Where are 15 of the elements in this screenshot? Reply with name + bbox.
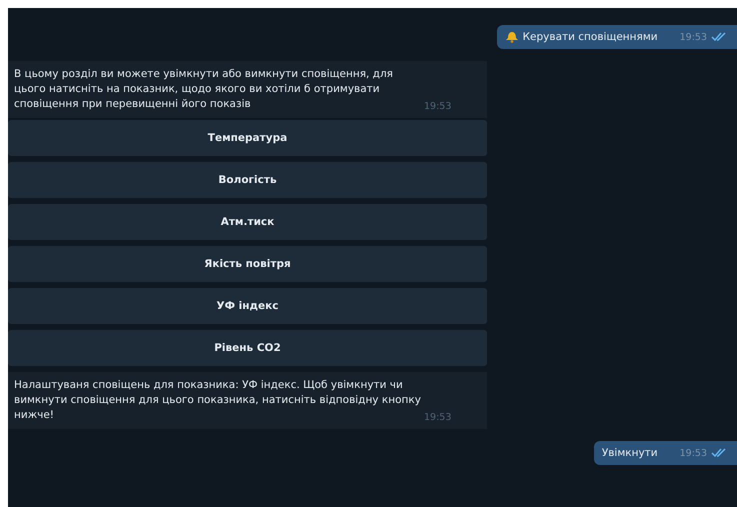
keyboard-button[interactable]: Якість повітря (8, 246, 487, 282)
bell-icon (504, 31, 519, 43)
message-text: Увімкнути (602, 447, 658, 459)
message-time: 19:53 (424, 101, 452, 112)
message-time: 19:53 (680, 448, 707, 458)
keyboard-button[interactable]: Рівень CO2 (8, 330, 487, 366)
message-text: Налаштуваня сповіщень для показника: УФ індекс. Щоб увімкнути чи вимкнути сповіщення для цього показника, натисніть відповідну кнопку нижче! (14, 378, 422, 423)
keyboard-button[interactable]: Температура (8, 120, 487, 156)
message-time: 19:53 (680, 32, 707, 42)
message-text: В цьому розділ ви можете увімкнути або вимкнути сповіщення, для цього натисніть на показник, щодо якого ви хотіли б отримувати сповіщення при перевищенні його показів (14, 67, 394, 112)
keyboard-button[interactable]: УФ індекс (8, 288, 487, 324)
message-time: 19:53 (424, 412, 452, 423)
message-text: Керувати сповіщеннями (522, 31, 658, 43)
keyboard-button[interactable]: Вологість (8, 162, 487, 198)
keyboard-button[interactable]: Атм.тиск (8, 204, 487, 240)
